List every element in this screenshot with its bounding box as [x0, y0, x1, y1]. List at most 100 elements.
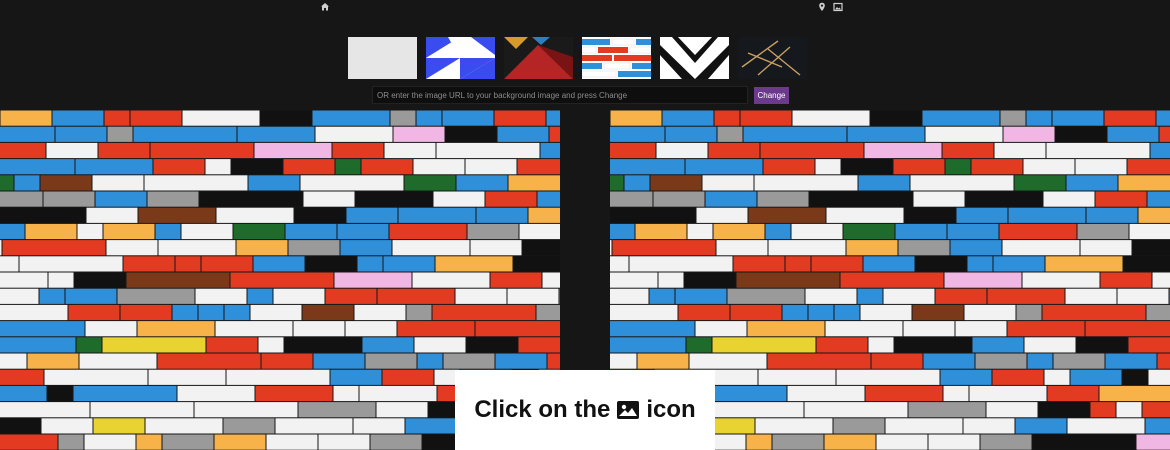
brick	[1148, 369, 1170, 385]
brick	[815, 159, 841, 175]
brick	[685, 159, 763, 175]
brick	[466, 337, 518, 353]
thumbnail-plain-grey[interactable]	[348, 37, 417, 79]
brick	[85, 321, 137, 337]
brick	[445, 126, 497, 142]
brick	[392, 240, 470, 256]
brick	[48, 272, 74, 288]
brick	[0, 369, 44, 385]
brick	[792, 110, 870, 126]
brick	[767, 353, 871, 369]
thumbnail-branches-dark[interactable]	[738, 37, 807, 79]
brick	[398, 207, 476, 223]
brick	[27, 353, 79, 369]
brick	[610, 142, 656, 159]
brick	[136, 434, 162, 450]
brick	[335, 159, 361, 175]
brick	[610, 321, 695, 337]
brick	[1045, 256, 1123, 272]
brick	[153, 159, 205, 175]
brick	[1080, 240, 1132, 256]
brick	[1116, 402, 1142, 418]
brick	[393, 126, 445, 142]
brick	[758, 369, 836, 385]
brick	[76, 337, 102, 353]
brick	[365, 353, 417, 369]
brick	[354, 304, 406, 321]
brick	[804, 402, 908, 418]
brick	[102, 337, 206, 353]
brick	[293, 321, 345, 337]
brick	[346, 207, 398, 223]
brick	[284, 337, 362, 353]
brick	[922, 110, 1000, 126]
brick	[370, 434, 422, 450]
brick	[1066, 175, 1118, 191]
brick	[540, 142, 560, 159]
brick	[275, 418, 353, 434]
brick	[824, 434, 876, 450]
brick	[433, 191, 485, 207]
black-white-chevron-thumbnail-image	[660, 37, 729, 79]
home-icon[interactable]	[319, 1, 331, 13]
brick	[969, 385, 1047, 402]
brick	[546, 110, 560, 126]
brick	[0, 353, 27, 369]
brick	[230, 272, 334, 288]
brick	[147, 191, 199, 207]
brick	[904, 207, 956, 223]
brick	[1003, 126, 1055, 142]
change-button[interactable]: Change	[754, 87, 789, 104]
brick	[315, 126, 393, 142]
brick	[610, 240, 612, 256]
brick	[224, 304, 250, 321]
brick	[145, 418, 223, 434]
brick	[1075, 159, 1127, 175]
brick	[294, 207, 346, 223]
brick	[443, 353, 495, 369]
brick	[612, 240, 716, 256]
brick	[610, 288, 649, 304]
thumbnail-blue-triangles[interactable]	[426, 37, 495, 79]
instruction-overlay: Click on the icon	[455, 370, 715, 450]
brick	[696, 207, 748, 223]
brick	[359, 385, 437, 402]
thumbnail-lego-bricks[interactable]	[582, 37, 651, 79]
thumbnail-red-dark-geometric[interactable]	[504, 37, 573, 79]
brick	[885, 418, 963, 434]
brick	[727, 288, 805, 304]
brick	[1157, 353, 1170, 369]
brick	[736, 272, 840, 288]
brick	[943, 385, 969, 402]
brick	[0, 191, 43, 207]
brick	[955, 321, 1007, 337]
brick	[1070, 369, 1122, 385]
brick	[130, 110, 182, 126]
brick	[700, 402, 804, 418]
brick	[816, 337, 868, 353]
brick	[93, 418, 145, 434]
brick	[389, 223, 467, 240]
brick	[333, 385, 359, 402]
brick	[253, 256, 305, 272]
brick	[416, 110, 442, 126]
branches-dark-thumbnail-image	[738, 37, 807, 79]
brick	[19, 256, 123, 272]
brick	[763, 159, 815, 175]
brick	[103, 223, 155, 240]
brick	[1043, 191, 1095, 207]
thumbnail-black-white-chevron[interactable]	[660, 37, 729, 79]
brick	[0, 304, 68, 321]
brick	[1129, 223, 1170, 240]
location-pin-icon[interactable]	[816, 1, 828, 13]
image-url-input[interactable]	[372, 86, 748, 104]
brick	[382, 369, 434, 385]
brick	[470, 240, 522, 256]
brick	[1100, 272, 1152, 288]
brick	[43, 191, 95, 207]
brick	[754, 175, 858, 191]
image-icon[interactable]	[832, 1, 844, 13]
red-dark-geometric-thumbnail-image	[504, 37, 573, 79]
brick	[912, 304, 964, 321]
brick	[1090, 402, 1116, 418]
